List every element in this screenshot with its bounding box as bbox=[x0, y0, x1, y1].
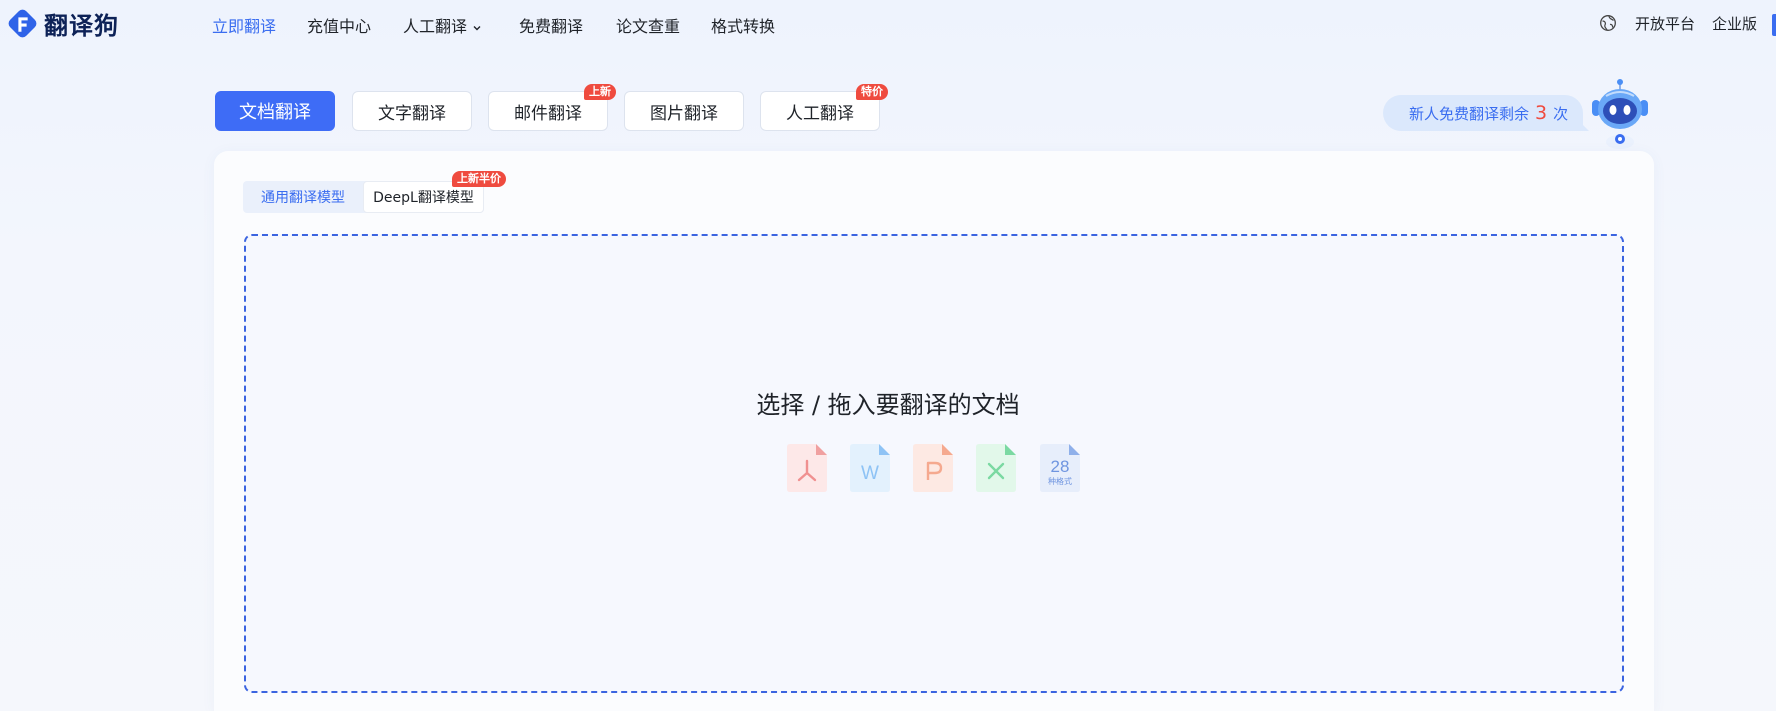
globe-icon[interactable] bbox=[1599, 14, 1617, 32]
word-icon: W bbox=[850, 444, 890, 492]
tab-text-translation[interactable]: 文字翻译 bbox=[352, 91, 472, 131]
header-edge-button[interactable] bbox=[1772, 14, 1776, 36]
format-count: 28 bbox=[1051, 457, 1070, 476]
nav-open-platform[interactable]: 开放平台 bbox=[1635, 13, 1695, 34]
tab-document-translation[interactable]: 文档翻译 bbox=[215, 91, 335, 131]
tab-image-translation[interactable]: 图片翻译 bbox=[624, 91, 744, 131]
brand-logo[interactable]: 翻译狗 bbox=[6, 5, 119, 41]
word-icon-glyph: W bbox=[861, 463, 879, 484]
nav-format-convert[interactable]: 格式转换 bbox=[711, 13, 775, 37]
nav-translate-now[interactable]: 立即翻译 bbox=[212, 13, 276, 37]
format-count-caption: 种格式 bbox=[1048, 476, 1072, 486]
bubble-tail-icon bbox=[1575, 117, 1589, 131]
special-price-badge: 特价 bbox=[856, 84, 888, 100]
pdf-icon bbox=[787, 444, 827, 492]
nav-free-translation[interactable]: 免费翻译 bbox=[519, 13, 583, 37]
new-badge: 上新 bbox=[584, 84, 616, 100]
free-quota-suffix: 次 bbox=[1553, 104, 1569, 123]
chevron-down-icon bbox=[473, 25, 481, 30]
free-quota-prefix: 新人免费翻译剩余 bbox=[1409, 104, 1530, 123]
half-price-badge: 上新半价 bbox=[452, 171, 506, 187]
nav-plagiarism-check[interactable]: 论文查重 bbox=[616, 13, 680, 37]
robot-mascot-icon[interactable] bbox=[1588, 78, 1652, 150]
free-quota-count: 3 bbox=[1535, 102, 1548, 124]
excel-icon bbox=[976, 444, 1016, 492]
model-option-general[interactable]: 通用翻译模型 bbox=[243, 181, 363, 213]
top-navbar: 翻译狗 立即翻译 充值中心 人工翻译 免费翻译 论文查重 格式转换 开放平台 企… bbox=[0, 0, 1776, 48]
nav-enterprise[interactable]: 企业版 bbox=[1712, 13, 1757, 34]
model-switch: 通用翻译模型 DeepL翻译模型 bbox=[243, 181, 484, 213]
ppt-icon bbox=[913, 444, 953, 492]
brand-name: 翻译狗 bbox=[44, 11, 119, 40]
free-quota-bubble[interactable]: 新人免费翻译剩余 3 次 bbox=[1383, 95, 1583, 131]
dropzone-title: 选择 / 拖入要翻译的文档 bbox=[756, 391, 1020, 419]
nav-recharge-center[interactable]: 充值中心 bbox=[307, 13, 371, 37]
logo-icon bbox=[8, 9, 37, 37]
more-formats-icon: 28 种格式 bbox=[1040, 444, 1080, 492]
nav-human-translation-label: 人工翻译 bbox=[403, 17, 468, 36]
nav-human-translation[interactable]: 人工翻译 bbox=[403, 13, 483, 37]
